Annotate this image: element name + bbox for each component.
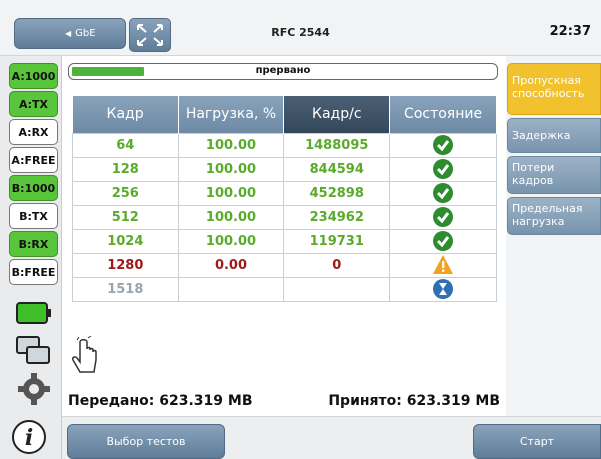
fps-cell: 844594 [283, 156, 391, 182]
table-row: 1280 0.00 0 [72, 252, 497, 278]
tab-back-to-back[interactable]: Предельная нагрузка [507, 197, 601, 235]
state-cell [389, 276, 497, 302]
check-icon [433, 135, 454, 155]
load-cell: 100.00 [177, 204, 285, 230]
port-sidebar: A:1000 A:TX A:RX A:FREE B:1000 B:TX B:RX… [0, 56, 62, 459]
table-row: 1024 100.00 119731 [72, 228, 497, 254]
state-cell [389, 204, 497, 230]
fullscreen-icon [137, 24, 163, 46]
load-cell [177, 276, 285, 302]
bottom-bar: Выбор тестов Старт [62, 416, 601, 459]
back-button[interactable]: ◀ GbE [14, 18, 126, 49]
select-tests-button[interactable]: Выбор тестов [67, 424, 225, 459]
svg-text:i: i [25, 425, 33, 451]
test-type-sidebar: Пропускная способность Задержка Потери к… [506, 56, 601, 416]
load-cell: 100.00 [177, 132, 285, 158]
screens-icon[interactable] [14, 334, 54, 368]
state-cell [389, 156, 497, 182]
frame-cell: 1518 [72, 276, 179, 302]
start-button[interactable]: Старт [473, 424, 601, 459]
warning-icon [433, 255, 454, 274]
load-cell: 100.00 [177, 156, 285, 182]
port-a-rx-button[interactable]: A:RX [9, 119, 58, 145]
received-total: Принято: 623.319 MB [328, 393, 500, 409]
column-header-fps[interactable]: Кадр/с [283, 96, 391, 133]
clock: 22:37 [549, 24, 591, 39]
port-b-free-button[interactable]: B:FREE [9, 259, 58, 285]
column-header-frame[interactable]: Кадр [72, 96, 179, 133]
battery-icon[interactable] [14, 296, 54, 330]
results-panel: прервано Кадр Нагрузка, % Кадр/с Состоян… [62, 56, 506, 416]
gear-icon[interactable] [14, 372, 54, 406]
column-header-load[interactable]: Нагрузка, % [178, 96, 285, 133]
load-cell: 100.00 [177, 228, 285, 254]
port-a-1000-button[interactable]: A:1000 [9, 63, 58, 89]
fps-cell: 0 [283, 252, 391, 278]
table-row: 128 100.00 844594 [72, 156, 497, 182]
frame-cell: 1024 [72, 228, 179, 254]
progress-status: прервано [255, 65, 311, 76]
sent-total: Передано: 623.319 MB [68, 393, 253, 409]
results-table: Кадр Нагрузка, % Кадр/с Состояние 64 100.… [72, 96, 497, 302]
frame-cell: 1280 [72, 252, 179, 278]
tab-throughput[interactable]: Пропускная способность [507, 63, 601, 115]
state-cell [389, 180, 497, 206]
load-cell: 100.00 [177, 180, 285, 206]
state-cell [389, 228, 497, 254]
back-arrow-icon: ◀ [65, 29, 72, 38]
state-cell [389, 132, 497, 158]
fps-cell: 452898 [283, 180, 391, 206]
table-row: 256 100.00 452898 [72, 180, 497, 206]
port-a-free-button[interactable]: A:FREE [9, 147, 58, 173]
frame-cell: 128 [72, 156, 179, 182]
table-row: 512 100.00 234962 [72, 204, 497, 230]
hourglass-icon [433, 279, 454, 299]
tab-latency[interactable]: Задержка [507, 118, 601, 153]
port-a-tx-button[interactable]: A:TX [9, 91, 58, 117]
column-header-state[interactable]: Состояние [389, 96, 497, 133]
port-b-1000-button[interactable]: B:1000 [9, 175, 58, 201]
load-cell: 0.00 [177, 252, 285, 278]
fps-cell: 119731 [283, 228, 391, 254]
back-button-label: GbE [75, 28, 96, 39]
check-icon [433, 207, 454, 227]
fps-cell: 234962 [283, 204, 391, 230]
fps-cell [283, 276, 391, 302]
fps-cell: 1488095 [283, 132, 391, 158]
check-icon [433, 231, 454, 251]
top-bar: ◀ GbE RFC 2544 22:37 [0, 0, 601, 56]
touch-hand-icon[interactable] [68, 336, 100, 376]
table-row: 64 100.00 1488095 [72, 132, 497, 158]
tab-frame-loss[interactable]: Потери кадров [507, 156, 601, 194]
table-header-row: Кадр Нагрузка, % Кадр/с Состояние [72, 96, 497, 133]
check-icon [433, 159, 454, 179]
state-cell [389, 252, 497, 278]
table-row: 1518 [72, 276, 497, 302]
port-b-rx-button[interactable]: B:RX [9, 231, 58, 257]
frame-cell: 64 [72, 132, 179, 158]
frame-cell: 512 [72, 204, 179, 230]
fullscreen-button[interactable] [129, 18, 171, 52]
check-icon [433, 183, 454, 203]
frame-cell: 256 [72, 180, 179, 206]
test-progress-bar: прервано [68, 63, 498, 80]
info-icon[interactable]: i [10, 418, 48, 456]
port-b-tx-button[interactable]: B:TX [9, 203, 58, 229]
